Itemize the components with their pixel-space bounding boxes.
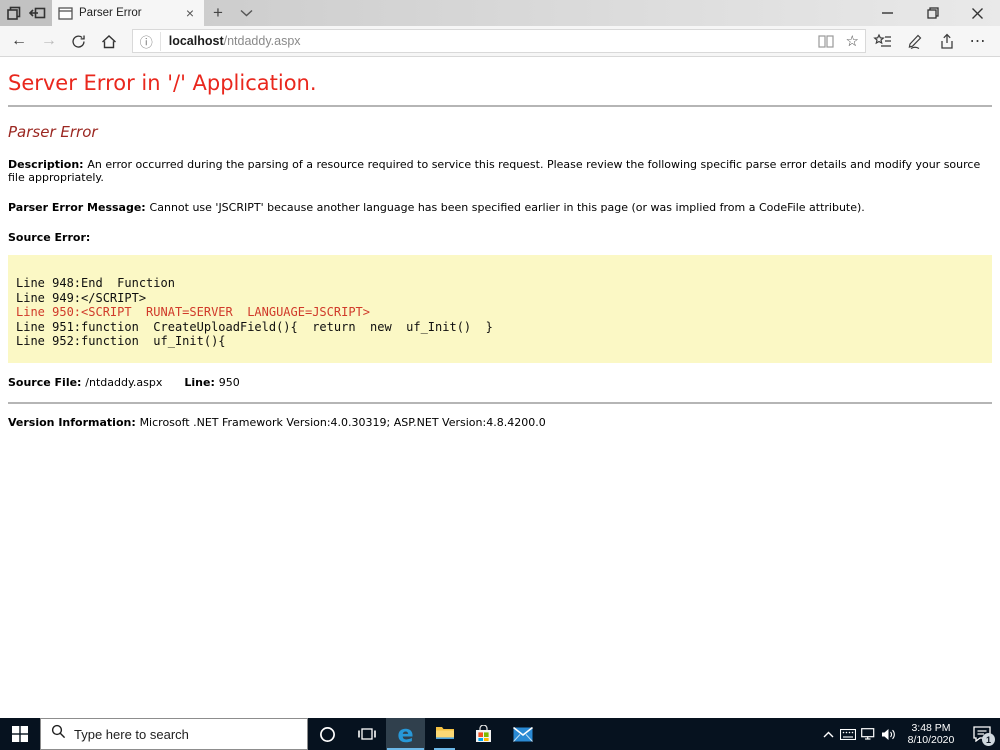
share-icon[interactable] xyxy=(930,33,962,50)
mail-button[interactable] xyxy=(503,718,542,750)
source-file-value: /ntdaddy.aspx xyxy=(85,375,163,389)
clock-time: 3:48 PM xyxy=(911,722,951,734)
taskbar-empty-area xyxy=(542,718,818,750)
favorites-hub-icon[interactable] xyxy=(866,33,898,49)
line-label: Line: xyxy=(184,375,219,389)
code-line: Line 949:</SCRIPT> xyxy=(16,290,147,305)
version-information-label: Version Information: xyxy=(8,415,140,429)
minimize-button[interactable] xyxy=(865,0,910,26)
url-path: /ntdaddy.aspx xyxy=(223,34,301,48)
source-error-box: Line 948:End Function Line 949:</SCRIPT> L… xyxy=(8,255,992,363)
line-value: 950 xyxy=(218,375,240,389)
code-line-error: Line 950:<SCRIPT RUNAT=SERVER LANGUAGE=J… xyxy=(16,305,371,319)
navigation-bar: ← → ⓘ localhost/ntdaddy.aspx ☆ ⋯ xyxy=(0,26,1000,57)
address-bar[interactable]: ⓘ localhost/ntdaddy.aspx ☆ xyxy=(131,29,867,53)
search-placeholder: Type here to search xyxy=(74,726,189,742)
divider xyxy=(8,401,992,404)
parser-error-message-label: Parser Error Message: xyxy=(8,201,150,214)
home-icon[interactable] xyxy=(94,34,124,49)
reading-view-icon[interactable] xyxy=(813,34,839,48)
microsoft-store-button[interactable] xyxy=(464,718,503,750)
taskbar-clock[interactable]: 3:48 PM 8/10/2020 xyxy=(902,718,960,750)
edge-taskbar-button[interactable]: e xyxy=(386,718,425,750)
parser-error-subheading: Parser Error xyxy=(8,123,98,141)
browser-window: Parser Error × + ← → ⓘ localhost/ntdaddy… xyxy=(0,0,1000,750)
add-favorite-star-icon[interactable]: ☆ xyxy=(839,32,865,50)
code-line: Line 951:function CreateUploadField(){ r… xyxy=(16,319,493,334)
version-information-line: Version Information: Microsoft .NET Fram… xyxy=(8,416,992,429)
url-text[interactable]: localhost/ntdaddy.aspx xyxy=(161,34,814,48)
tab-list-chevron-icon[interactable] xyxy=(232,0,260,26)
tab-close-icon[interactable]: × xyxy=(182,5,198,21)
windows-taskbar: Type here to search e 3:48 PM 8/10/2020 … xyxy=(0,718,1000,750)
tabs-preview-icon[interactable] xyxy=(6,5,22,21)
back-icon[interactable]: ← xyxy=(4,32,34,50)
close-button[interactable] xyxy=(955,0,1000,26)
refresh-icon[interactable] xyxy=(64,34,94,49)
description-line: Description: An error occurred during th… xyxy=(8,158,992,184)
taskbar-search-box[interactable]: Type here to search xyxy=(40,718,308,750)
source-file-line: Source File: /ntdaddy.aspx Line: 950 xyxy=(8,376,992,389)
file-explorer-button[interactable] xyxy=(425,718,464,750)
page-document-icon xyxy=(58,6,73,20)
start-button[interactable] xyxy=(0,718,40,750)
divider xyxy=(8,105,992,107)
description-text: An error occurred during the parsing of … xyxy=(8,158,981,184)
show-hidden-icons-chevron[interactable] xyxy=(818,718,838,750)
forward-icon[interactable]: → xyxy=(34,32,64,50)
server-error-heading: Server Error in '/' Application. xyxy=(8,71,317,95)
search-icon xyxy=(51,724,66,744)
url-host: localhost xyxy=(168,34,224,48)
source-file-label: Source File: xyxy=(8,375,86,389)
code-line: Line 948:End Function xyxy=(16,276,175,290)
notification-badge: 1 xyxy=(982,733,995,746)
settings-more-icon[interactable]: ⋯ xyxy=(962,31,994,51)
tab-bar: Parser Error × + xyxy=(0,0,1000,26)
tab-parser-error[interactable]: Parser Error × xyxy=(52,0,204,26)
task-view-button[interactable] xyxy=(347,718,386,750)
new-tab-button[interactable]: + xyxy=(204,0,232,26)
page-content: Server Error in '/' Application. Parser … xyxy=(0,57,1000,718)
cortana-button[interactable] xyxy=(308,718,347,750)
parser-error-message-line: Parser Error Message: Cannot use 'JSCRIP… xyxy=(8,201,992,214)
tab-title: Parser Error xyxy=(79,7,142,19)
mail-icon xyxy=(512,726,533,742)
network-icon[interactable] xyxy=(858,718,878,750)
source-error-label-line: Source Error: xyxy=(8,231,992,244)
description-label: Description: xyxy=(8,158,88,171)
volume-icon[interactable] xyxy=(878,718,898,750)
titlebar-drag-area xyxy=(260,0,865,26)
site-info-icon[interactable]: ⓘ xyxy=(133,31,161,51)
code-line: Line 952:function uf_Init(){ xyxy=(16,334,226,348)
file-explorer-icon xyxy=(435,724,455,745)
store-icon xyxy=(476,725,491,742)
source-error-label: Source Error: xyxy=(8,231,91,244)
parser-error-message-text: Cannot use 'JSCRIPT' because another lan… xyxy=(149,201,865,214)
clock-date: 8/10/2020 xyxy=(907,734,955,746)
restore-button[interactable] xyxy=(910,0,955,26)
action-center-button[interactable]: 1 xyxy=(964,718,1000,750)
touch-keyboard-icon[interactable] xyxy=(838,718,858,750)
tabs-set-aside-area xyxy=(0,0,52,26)
version-information-text: Microsoft .NET Framework Version:4.0.303… xyxy=(139,415,546,429)
web-note-pen-icon[interactable] xyxy=(898,33,930,50)
edge-icon: e xyxy=(397,720,414,748)
set-tabs-aside-icon[interactable] xyxy=(28,5,46,21)
